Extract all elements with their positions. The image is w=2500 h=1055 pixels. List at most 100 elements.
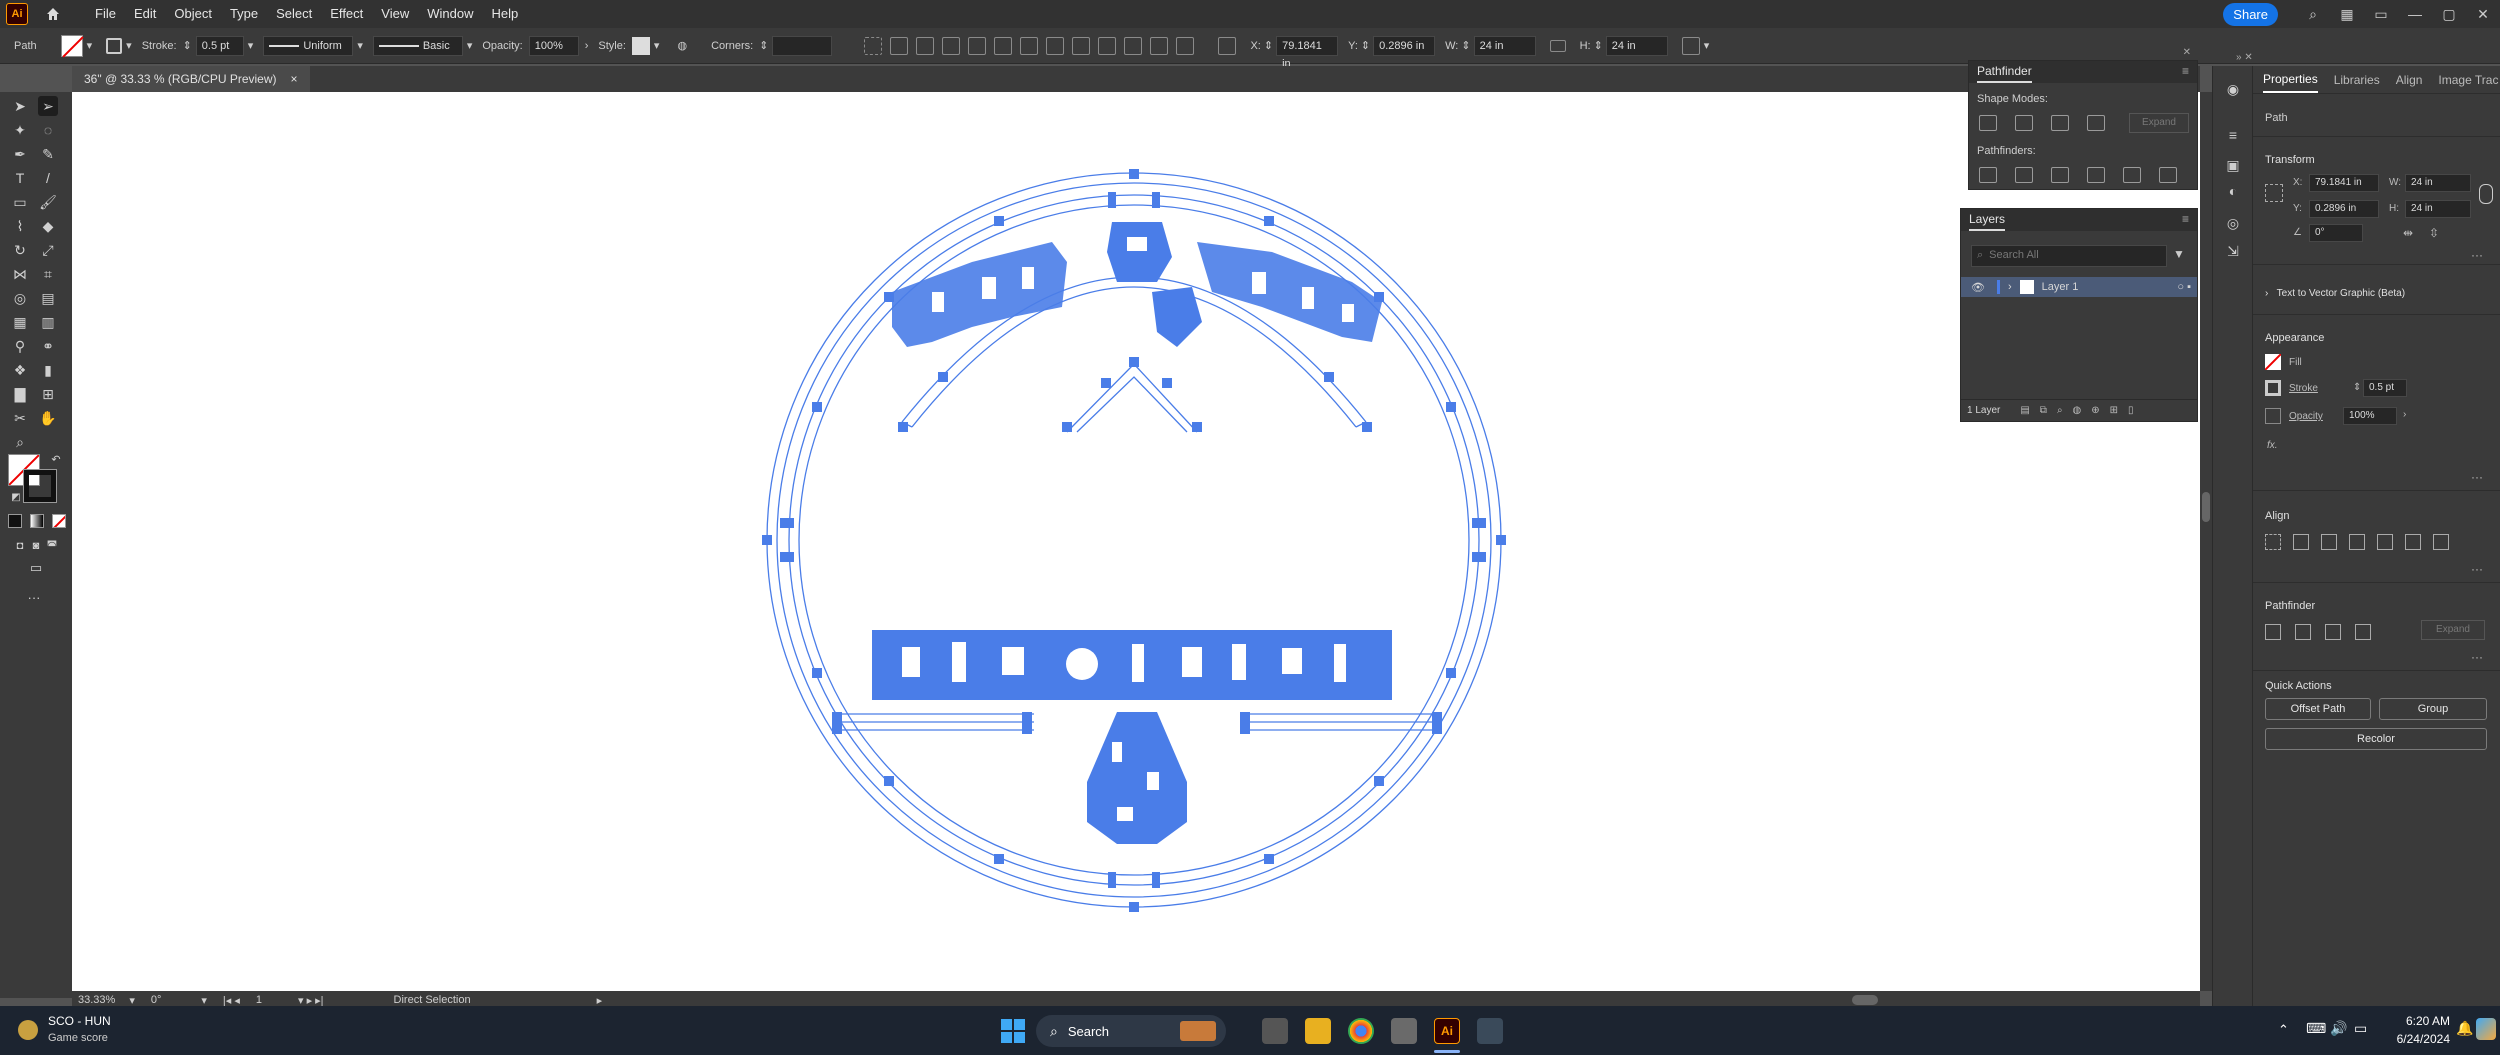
- distribute-vcenter-icon[interactable]: [1072, 36, 1091, 55]
- layers-menu-icon[interactable]: ≡: [2182, 212, 2189, 226]
- layer-name[interactable]: Layer 1: [2042, 281, 2079, 293]
- minimize-icon[interactable]: —: [2398, 6, 2432, 22]
- eraser-tool-icon[interactable]: ◆: [38, 216, 58, 236]
- maximize-icon[interactable]: ▢: [2432, 6, 2466, 23]
- crop-icon[interactable]: [2087, 167, 2105, 183]
- align-left-icon[interactable]: [890, 36, 909, 55]
- distribute-left-icon[interactable]: [1124, 36, 1143, 55]
- stroke-swatch[interactable]: [106, 37, 123, 54]
- fx-icon[interactable]: fx.: [2267, 440, 2278, 451]
- x-input[interactable]: 79.1841 in: [1276, 35, 1339, 70]
- layer-row[interactable]: 👁 › Layer 1 ○ ▪: [1961, 277, 2197, 297]
- align-right-icon[interactable]: [942, 36, 961, 55]
- prop-exclude-icon[interactable]: [2355, 624, 2371, 640]
- document-tab[interactable]: 36" @ 33.33 % (RGB/CPU Preview) ×: [72, 66, 310, 92]
- close-icon[interactable]: ✕: [2466, 6, 2500, 23]
- free-transform-tool-icon[interactable]: ⌗: [38, 264, 58, 284]
- prop-w-input[interactable]: 24 in: [2405, 174, 2471, 192]
- file-explorer-icon[interactable]: [1305, 1018, 1331, 1044]
- corners-input[interactable]: [772, 35, 833, 56]
- flip-vertical-icon[interactable]: ⇳: [2429, 226, 2439, 240]
- task-view-icon[interactable]: [1262, 1018, 1288, 1044]
- game-icon[interactable]: [18, 1020, 38, 1040]
- slice-tool-icon[interactable]: ✂: [10, 408, 30, 428]
- home-icon[interactable]: [42, 3, 64, 25]
- menu-object[interactable]: Object: [165, 0, 221, 28]
- prop-align-right-icon[interactable]: [2349, 534, 2365, 550]
- expand-layer-icon[interactable]: ›: [2008, 281, 2012, 293]
- gradient-mode-icon[interactable]: [30, 514, 44, 528]
- rotate-tool-icon[interactable]: ↻: [10, 240, 30, 260]
- y-input[interactable]: 0.2896 in: [1373, 35, 1436, 56]
- arrange-documents-icon[interactable]: ▦: [2330, 6, 2364, 23]
- stroke-color-icon[interactable]: [23, 469, 57, 503]
- scale-tool-icon[interactable]: ⤢: [38, 240, 58, 260]
- graphic-style-swatch[interactable]: [631, 36, 650, 55]
- merge-icon[interactable]: [2051, 167, 2069, 183]
- target-icon[interactable]: ○ ▪: [2177, 281, 2191, 293]
- exclude-icon[interactable]: [2087, 115, 2105, 131]
- brush-definition[interactable]: Basic: [372, 35, 463, 56]
- bar-graph-tool-icon[interactable]: ▇: [10, 384, 30, 404]
- share-button[interactable]: Share: [2223, 2, 2278, 26]
- layers-dock-icon[interactable]: ≡: [2224, 126, 2242, 144]
- tab-align[interactable]: Align: [2396, 73, 2423, 87]
- shaper-tool-icon[interactable]: ⌇: [10, 216, 30, 236]
- menu-help[interactable]: Help: [482, 0, 527, 28]
- rectangle-tool-icon[interactable]: ▭: [10, 192, 30, 212]
- lasso-tool-icon[interactable]: ◌: [38, 120, 58, 140]
- appearance-stroke-input[interactable]: 0.5 pt: [2363, 379, 2407, 397]
- column-graph-tool-icon[interactable]: ▮: [38, 360, 58, 380]
- vertical-scroll-thumb[interactable]: [2202, 492, 2210, 522]
- layers-search-input[interactable]: ⌕ Search All: [1971, 245, 2167, 267]
- align-top-icon[interactable]: [968, 36, 987, 55]
- magic-wand-tool-icon[interactable]: ✦: [10, 120, 30, 140]
- start-icon[interactable]: [1000, 1018, 1026, 1044]
- illustrator-taskbar-icon[interactable]: Ai: [1434, 1018, 1460, 1044]
- prop-align-bottom-icon[interactable]: [2433, 534, 2449, 550]
- network-icon[interactable]: ⌨: [2306, 1020, 2326, 1037]
- prop-minus-front-icon[interactable]: [2295, 624, 2311, 640]
- fill-swatch[interactable]: [60, 34, 83, 57]
- eyedropper-tool-icon[interactable]: ⚲: [10, 336, 30, 356]
- intersect-icon[interactable]: [2051, 115, 2069, 131]
- menu-effect[interactable]: Effect: [321, 0, 372, 28]
- prop-align-top-icon[interactable]: [2377, 534, 2393, 550]
- curvature-tool-icon[interactable]: ✎: [38, 144, 58, 164]
- asset-export-dock-icon[interactable]: ⇲: [2224, 242, 2242, 260]
- screen-mode-icon[interactable]: ▭: [26, 558, 46, 578]
- search-icon[interactable]: ⌕: [2296, 6, 2330, 23]
- appearance-stroke-swatch[interactable]: [2265, 380, 2281, 396]
- distribute-right-icon[interactable]: [1176, 36, 1195, 55]
- edit-toolbar-icon[interactable]: ···: [24, 588, 44, 608]
- paintbrush-tool-icon[interactable]: 🖌: [38, 192, 58, 212]
- color-mode-icon[interactable]: [8, 514, 22, 528]
- gradient-tool-icon[interactable]: ▥: [38, 312, 58, 332]
- battery-icon[interactable]: ▭: [2354, 1020, 2367, 1037]
- tab-image-trace[interactable]: Image Trac: [2438, 73, 2498, 87]
- expand-button[interactable]: Expand: [2129, 113, 2189, 133]
- properties-dock-icon[interactable]: ◉: [2224, 80, 2242, 98]
- badge-artwork[interactable]: [72, 92, 2200, 991]
- distribute-hcenter-icon[interactable]: [1150, 36, 1169, 55]
- opacity-arrow-icon[interactable]: ›: [2403, 409, 2406, 420]
- tab-libraries[interactable]: Libraries: [2334, 73, 2380, 87]
- transform-options-icon[interactable]: [1681, 36, 1700, 55]
- color-dock-icon[interactable]: ◐: [2224, 182, 2242, 200]
- angle-input[interactable]: 0°: [2309, 224, 2363, 242]
- symbols-dock-icon[interactable]: ◎: [2224, 214, 2242, 232]
- zoom-tool-icon[interactable]: ⌕: [10, 432, 30, 452]
- blend-tool-icon[interactable]: ⚭: [38, 336, 58, 356]
- align-bottom-icon[interactable]: [1020, 36, 1039, 55]
- libraries-dock-icon[interactable]: ▣: [2224, 156, 2242, 174]
- canvas[interactable]: [72, 92, 2200, 991]
- clock-date[interactable]: 6/24/2024: [2378, 1032, 2450, 1046]
- minus-back-icon[interactable]: [2159, 167, 2177, 183]
- line-tool-icon[interactable]: /: [38, 168, 58, 188]
- artboard[interactable]: [72, 92, 2200, 991]
- chrome-icon[interactable]: [1348, 1018, 1374, 1044]
- type-tool-icon[interactable]: T: [10, 168, 30, 188]
- unite-icon[interactable]: [1979, 115, 1997, 131]
- more-transform-icon[interactable]: ···: [2471, 248, 2483, 262]
- close-tab-icon[interactable]: ×: [291, 72, 298, 86]
